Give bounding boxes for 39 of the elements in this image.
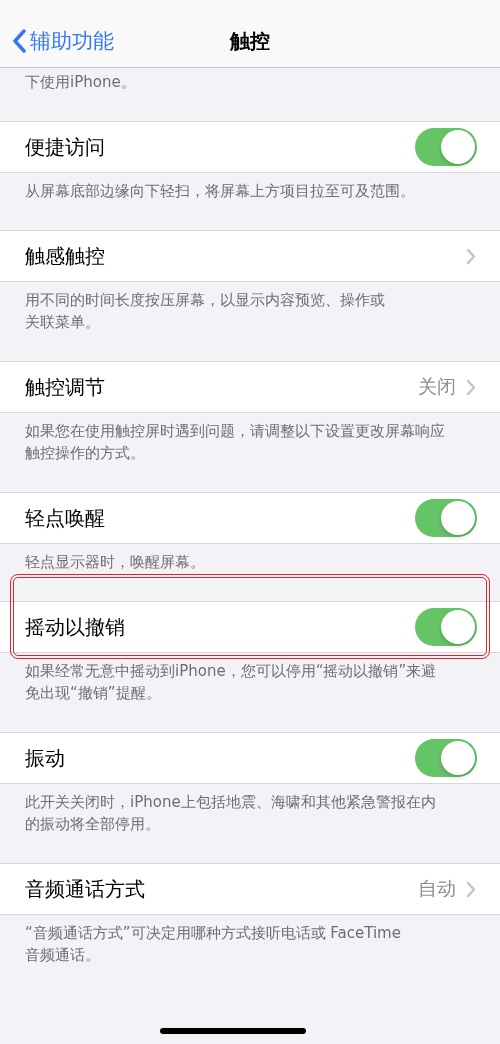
settings-row[interactable]: 触控调节 关闭 xyxy=(0,361,500,413)
row-label: 摇动以撤销 xyxy=(25,613,126,641)
row-label: 振动 xyxy=(25,744,66,772)
footer-text: 如果您在使用触控屏时遇到问题，请调整以下设置更改屏幕响应 xyxy=(25,421,445,442)
row-label: 触感触控 xyxy=(25,242,106,270)
chevron-right-icon xyxy=(466,378,476,396)
row-value: 自动 xyxy=(418,876,456,901)
toggle-switch[interactable] xyxy=(415,499,477,537)
settings-row[interactable]: 摇动以撤销 xyxy=(0,601,500,653)
row-label: 便捷访问 xyxy=(25,133,106,161)
footer-text: 轻点显示器时，唤醒屏幕。 xyxy=(25,552,205,573)
page-title: 触控 xyxy=(230,28,270,55)
back-chevron-icon xyxy=(12,29,26,53)
footer-text: 音频通话。 xyxy=(25,945,100,966)
settings-row[interactable]: 音频通话方式 自动 xyxy=(0,863,500,915)
toggle-switch[interactable] xyxy=(415,128,477,166)
back-button[interactable]: 辅助功能 xyxy=(12,27,114,55)
row-value: 关闭 xyxy=(418,374,456,399)
footer-text: 从屏幕底部边缘向下轻扫，将屏幕上方项目拉至可及范围。 xyxy=(25,181,415,202)
chevron-right-icon xyxy=(466,880,476,898)
settings-row[interactable]: 便捷访问 xyxy=(0,121,500,173)
footer-text: 如果经常无意中摇动到iPhone，您可以停用“摇动以撤销”来避 xyxy=(25,661,437,682)
chevron-right-icon xyxy=(466,247,476,265)
footer-text: “音频通话方式”可决定用哪种方式接听电话或 FaceTime xyxy=(25,923,401,944)
row-label: 触控调节 xyxy=(25,373,106,401)
settings-row[interactable]: 触感触控 xyxy=(0,230,500,282)
footer-text: 用不同的时间长度按压屏幕，以显示内容预览、操作或 xyxy=(25,290,385,311)
footer-text: 触控操作的方式。 xyxy=(25,443,145,464)
row-label: 音频通话方式 xyxy=(25,875,146,903)
footer-text: 此开关关闭时，iPhone上包括地震、海啸和其他紧急警报在内 xyxy=(25,792,436,813)
row-label: 轻点唤醒 xyxy=(25,504,106,532)
footer-text: 关联菜单。 xyxy=(25,312,100,333)
footer-text: 下使用iPhone。 xyxy=(25,72,136,93)
settings-row[interactable]: 轻点唤醒 xyxy=(0,492,500,544)
toggle-switch[interactable] xyxy=(415,608,477,646)
toggle-switch[interactable] xyxy=(415,739,477,777)
footer-text: 免出现“撤销”提醒。 xyxy=(25,683,161,704)
settings-row[interactable]: 振动 xyxy=(0,732,500,784)
footer-text: 的振动将全部停用。 xyxy=(25,814,160,835)
